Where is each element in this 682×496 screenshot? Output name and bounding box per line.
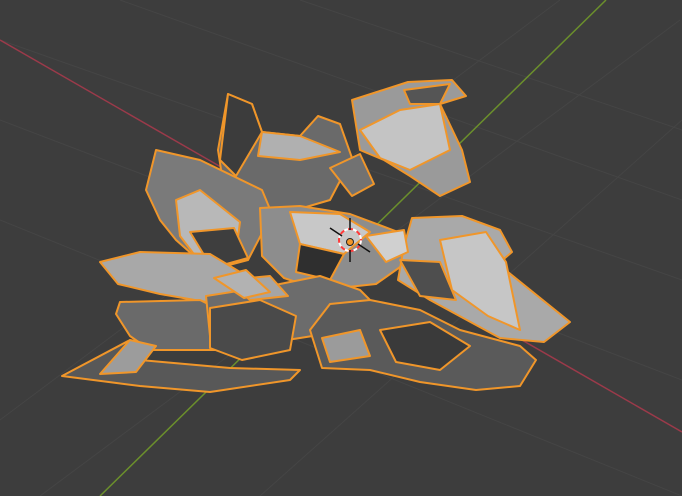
3d-viewport[interactable] xyxy=(0,0,682,496)
rock-fragments[interactable] xyxy=(61,79,571,393)
viewport-canvas[interactable] xyxy=(0,0,682,496)
object-origin xyxy=(346,238,354,246)
